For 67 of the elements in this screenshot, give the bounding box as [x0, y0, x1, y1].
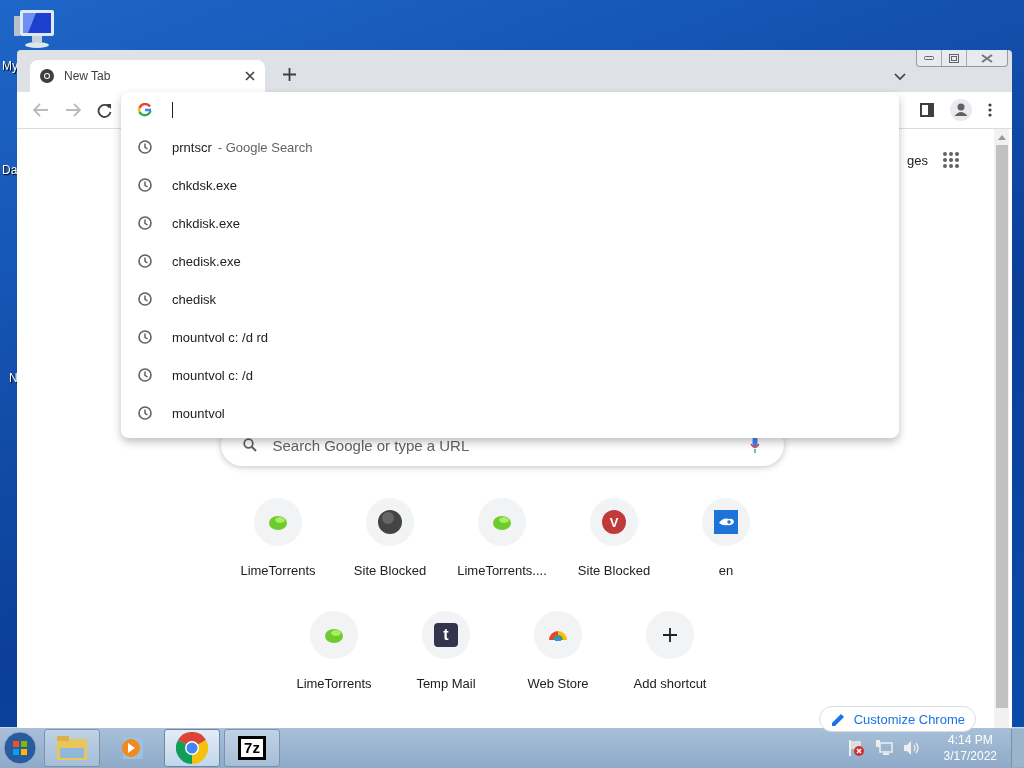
- menu-icon[interactable]: [988, 103, 992, 117]
- scrollbar[interactable]: [994, 129, 1009, 728]
- suggestion-item[interactable]: chkdisk.exe: [121, 204, 899, 242]
- chevron-down-icon[interactable]: [894, 73, 906, 81]
- lime-icon: [324, 627, 344, 643]
- suggestion-item[interactable]: chedisk: [121, 280, 899, 318]
- archive-icon: 7z: [238, 736, 266, 760]
- flag-icon[interactable]: [846, 739, 865, 757]
- google-icon: [138, 103, 152, 117]
- history-icon: [138, 330, 152, 344]
- shortcut-tile[interactable]: LimeTorrents....: [446, 499, 558, 607]
- letter-icon: t: [434, 623, 458, 647]
- search-icon: [242, 438, 257, 452]
- search-field[interactable]: Search Google or type a URL: [270, 435, 736, 455]
- folder-icon: [56, 735, 88, 761]
- shortcut-tile[interactable]: Web Store: [502, 612, 614, 720]
- shortcut-tile[interactable]: t Temp Mail: [390, 612, 502, 720]
- history-icon: [138, 254, 152, 268]
- side-panel-icon[interactable]: [920, 103, 934, 117]
- plus-icon: [663, 628, 677, 642]
- suggestion-item[interactable]: prntscr - Google Search: [121, 128, 899, 166]
- cloud-icon: [714, 510, 738, 534]
- new-tab-icon[interactable]: [283, 68, 296, 81]
- scroll-up-icon[interactable]: [997, 135, 1006, 140]
- shortcut-tile[interactable]: Add shortcut: [614, 612, 726, 720]
- browser-tab[interactable]: New Tab: [30, 60, 265, 92]
- shortcut-tile[interactable]: LimeTorrents: [278, 612, 390, 720]
- chrome-icon: [176, 732, 208, 764]
- history-icon: [138, 216, 152, 230]
- play-icon: [120, 736, 144, 760]
- close-icon: [981, 53, 993, 63]
- shortcut-tile[interactable]: en: [670, 499, 782, 607]
- desktop-icon-label: Da: [2, 163, 18, 177]
- history-icon: [138, 178, 152, 192]
- customize-chrome-button[interactable]: Customize Chrome: [818, 706, 976, 732]
- suggestion-item[interactable]: chkdsk.exe: [121, 166, 899, 204]
- history-icon: [138, 368, 152, 382]
- taskbar-button[interactable]: 7z: [224, 729, 280, 767]
- shortcut-tile[interactable]: LimeTorrents: [222, 499, 334, 607]
- reload-icon[interactable]: [97, 102, 112, 118]
- suggestion-item[interactable]: mountvol c: /d: [121, 356, 899, 394]
- lime-icon: [268, 514, 288, 530]
- minimize-icon: [924, 56, 934, 60]
- start-button[interactable]: [3, 731, 37, 765]
- profile-icon[interactable]: [950, 99, 972, 121]
- desktop-icon-label: N: [9, 371, 18, 385]
- letter-icon: V: [602, 510, 626, 534]
- apps-icon[interactable]: [942, 151, 960, 169]
- taskbar-button[interactable]: [164, 729, 220, 767]
- lime-icon: [492, 514, 512, 530]
- images-link[interactable]: ges: [907, 152, 928, 168]
- history-icon: [138, 292, 152, 306]
- shortcut-tile[interactable]: V Site Blocked: [558, 499, 670, 607]
- history-icon: [138, 406, 152, 420]
- shortcut-tile[interactable]: Site Blocked: [334, 499, 446, 607]
- suggestion-item[interactable]: mountvol c: /d rd: [121, 318, 899, 356]
- close-icon[interactable]: [245, 71, 255, 81]
- suggestion-item[interactable]: mountvol: [121, 394, 899, 432]
- chrome-icon: [40, 69, 54, 83]
- ball-icon: [378, 510, 402, 534]
- history-icon: [138, 140, 152, 154]
- desktop-icon-label: My: [2, 59, 18, 73]
- clock-date: 3/17/2022: [943, 748, 997, 764]
- maximize-icon: [949, 53, 959, 63]
- rainbow-icon: [548, 629, 568, 641]
- suggestion-item[interactable]: chedisk.exe: [121, 242, 899, 280]
- clock-time: 4:14 PM: [947, 732, 993, 748]
